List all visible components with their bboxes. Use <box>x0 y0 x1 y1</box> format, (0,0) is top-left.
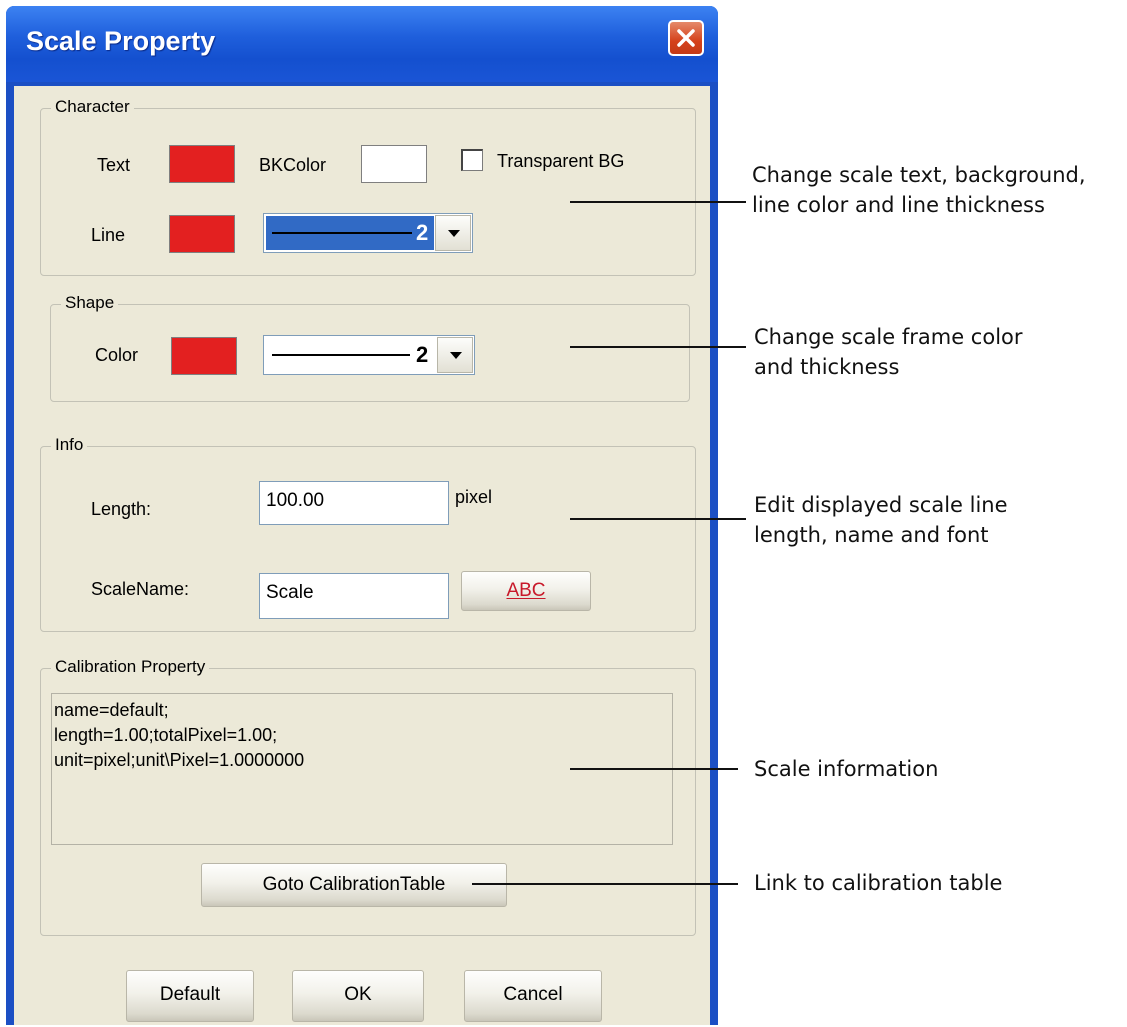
annotation-info-line2: length, name and font <box>754 523 989 547</box>
calibration-line-1: name=default; <box>54 700 169 720</box>
font-button-label: ABC <box>506 580 546 601</box>
character-group: Character Text BKColor Transparent BG Li… <box>40 97 696 276</box>
frame-color-swatch[interactable] <box>171 337 237 375</box>
text-color-swatch[interactable] <box>169 145 235 183</box>
close-icon <box>677 29 695 47</box>
window-title: Scale Property <box>26 26 216 56</box>
length-input[interactable]: 100.00 <box>259 481 449 525</box>
shape-legend: Shape <box>61 293 119 313</box>
cancel-button[interactable]: Cancel <box>464 970 602 1022</box>
frame-thickness-selected: 2 <box>266 338 436 372</box>
annotation-scale-information: Scale information <box>754 757 939 781</box>
annotation-leader-3 <box>570 518 746 520</box>
thickness-sample-line <box>272 232 412 234</box>
annotation-character-line2: line color and line thickness <box>752 193 1045 217</box>
info-group: Info Length: 100.00 pixel ScaleName: Sca… <box>40 435 696 632</box>
scalename-input[interactable]: Scale <box>259 573 449 619</box>
annotation-leader-5 <box>472 883 738 885</box>
font-button[interactable]: ABC <box>461 571 591 611</box>
annotation-leader-2 <box>570 346 746 348</box>
line-thickness-select[interactable]: 2 <box>263 213 473 253</box>
default-button[interactable]: Default <box>126 970 254 1022</box>
annotation-shape: Change scale frame color and thickness <box>754 322 1023 382</box>
annotation-character: Change scale text, background, line colo… <box>752 160 1086 220</box>
frame-thickness-sample-line <box>272 354 410 356</box>
ok-button[interactable]: OK <box>292 970 424 1022</box>
goto-calibration-table-button[interactable]: Goto CalibrationTable <box>201 863 507 907</box>
chevron-down-icon <box>450 352 462 359</box>
bkcolor-swatch[interactable] <box>361 145 427 183</box>
length-label: Length: <box>91 499 152 519</box>
annotation-character-line1: Change scale text, background, <box>752 163 1086 187</box>
transparent-bg-checkbox[interactable] <box>461 149 483 171</box>
dropdown-arrow-button[interactable] <box>435 215 471 251</box>
transparent-bg-label: Transparent BG <box>497 151 625 171</box>
annotation-leader-1 <box>570 201 746 203</box>
title-bar[interactable]: Scale Property <box>6 6 718 82</box>
scale-property-dialog: Scale Property Character Text BKColor Tr… <box>6 6 718 1025</box>
annotation-leader-4 <box>570 768 738 770</box>
line-color-label: Line <box>91 225 126 245</box>
line-thickness-selected: 2 <box>266 216 434 250</box>
shape-group: Shape Color 2 <box>50 293 690 402</box>
frame-thickness-value: 2 <box>416 342 429 367</box>
chevron-down-icon <box>448 230 460 237</box>
character-legend: Character <box>51 97 134 117</box>
calibration-legend: Calibration Property <box>51 657 210 677</box>
annotation-shape-line2: and thickness <box>754 355 900 379</box>
frame-thickness-select[interactable]: 2 <box>263 335 475 375</box>
length-unit-label: pixel <box>455 487 493 507</box>
shape-color-label: Color <box>95 345 139 365</box>
line-color-swatch[interactable] <box>169 215 235 253</box>
text-color-label: Text <box>97 155 131 175</box>
scalename-label: ScaleName: <box>91 579 190 599</box>
annotation-shape-line1: Change scale frame color <box>754 325 1023 349</box>
bkcolor-label: BKColor <box>259 155 327 175</box>
calibration-line-2: length=1.00;totalPixel=1.00; <box>54 725 278 745</box>
frame-dropdown-arrow-button[interactable] <box>437 337 473 373</box>
line-thickness-value: 2 <box>416 220 429 245</box>
annotation-info: Edit displayed scale line length, name a… <box>754 490 1008 550</box>
annotation-calibration-link: Link to calibration table <box>754 871 1003 895</box>
calibration-group: Calibration Property name=default; lengt… <box>40 657 696 936</box>
annotation-info-line1: Edit displayed scale line <box>754 493 1008 517</box>
info-legend: Info <box>51 435 88 455</box>
close-button[interactable] <box>668 20 704 56</box>
